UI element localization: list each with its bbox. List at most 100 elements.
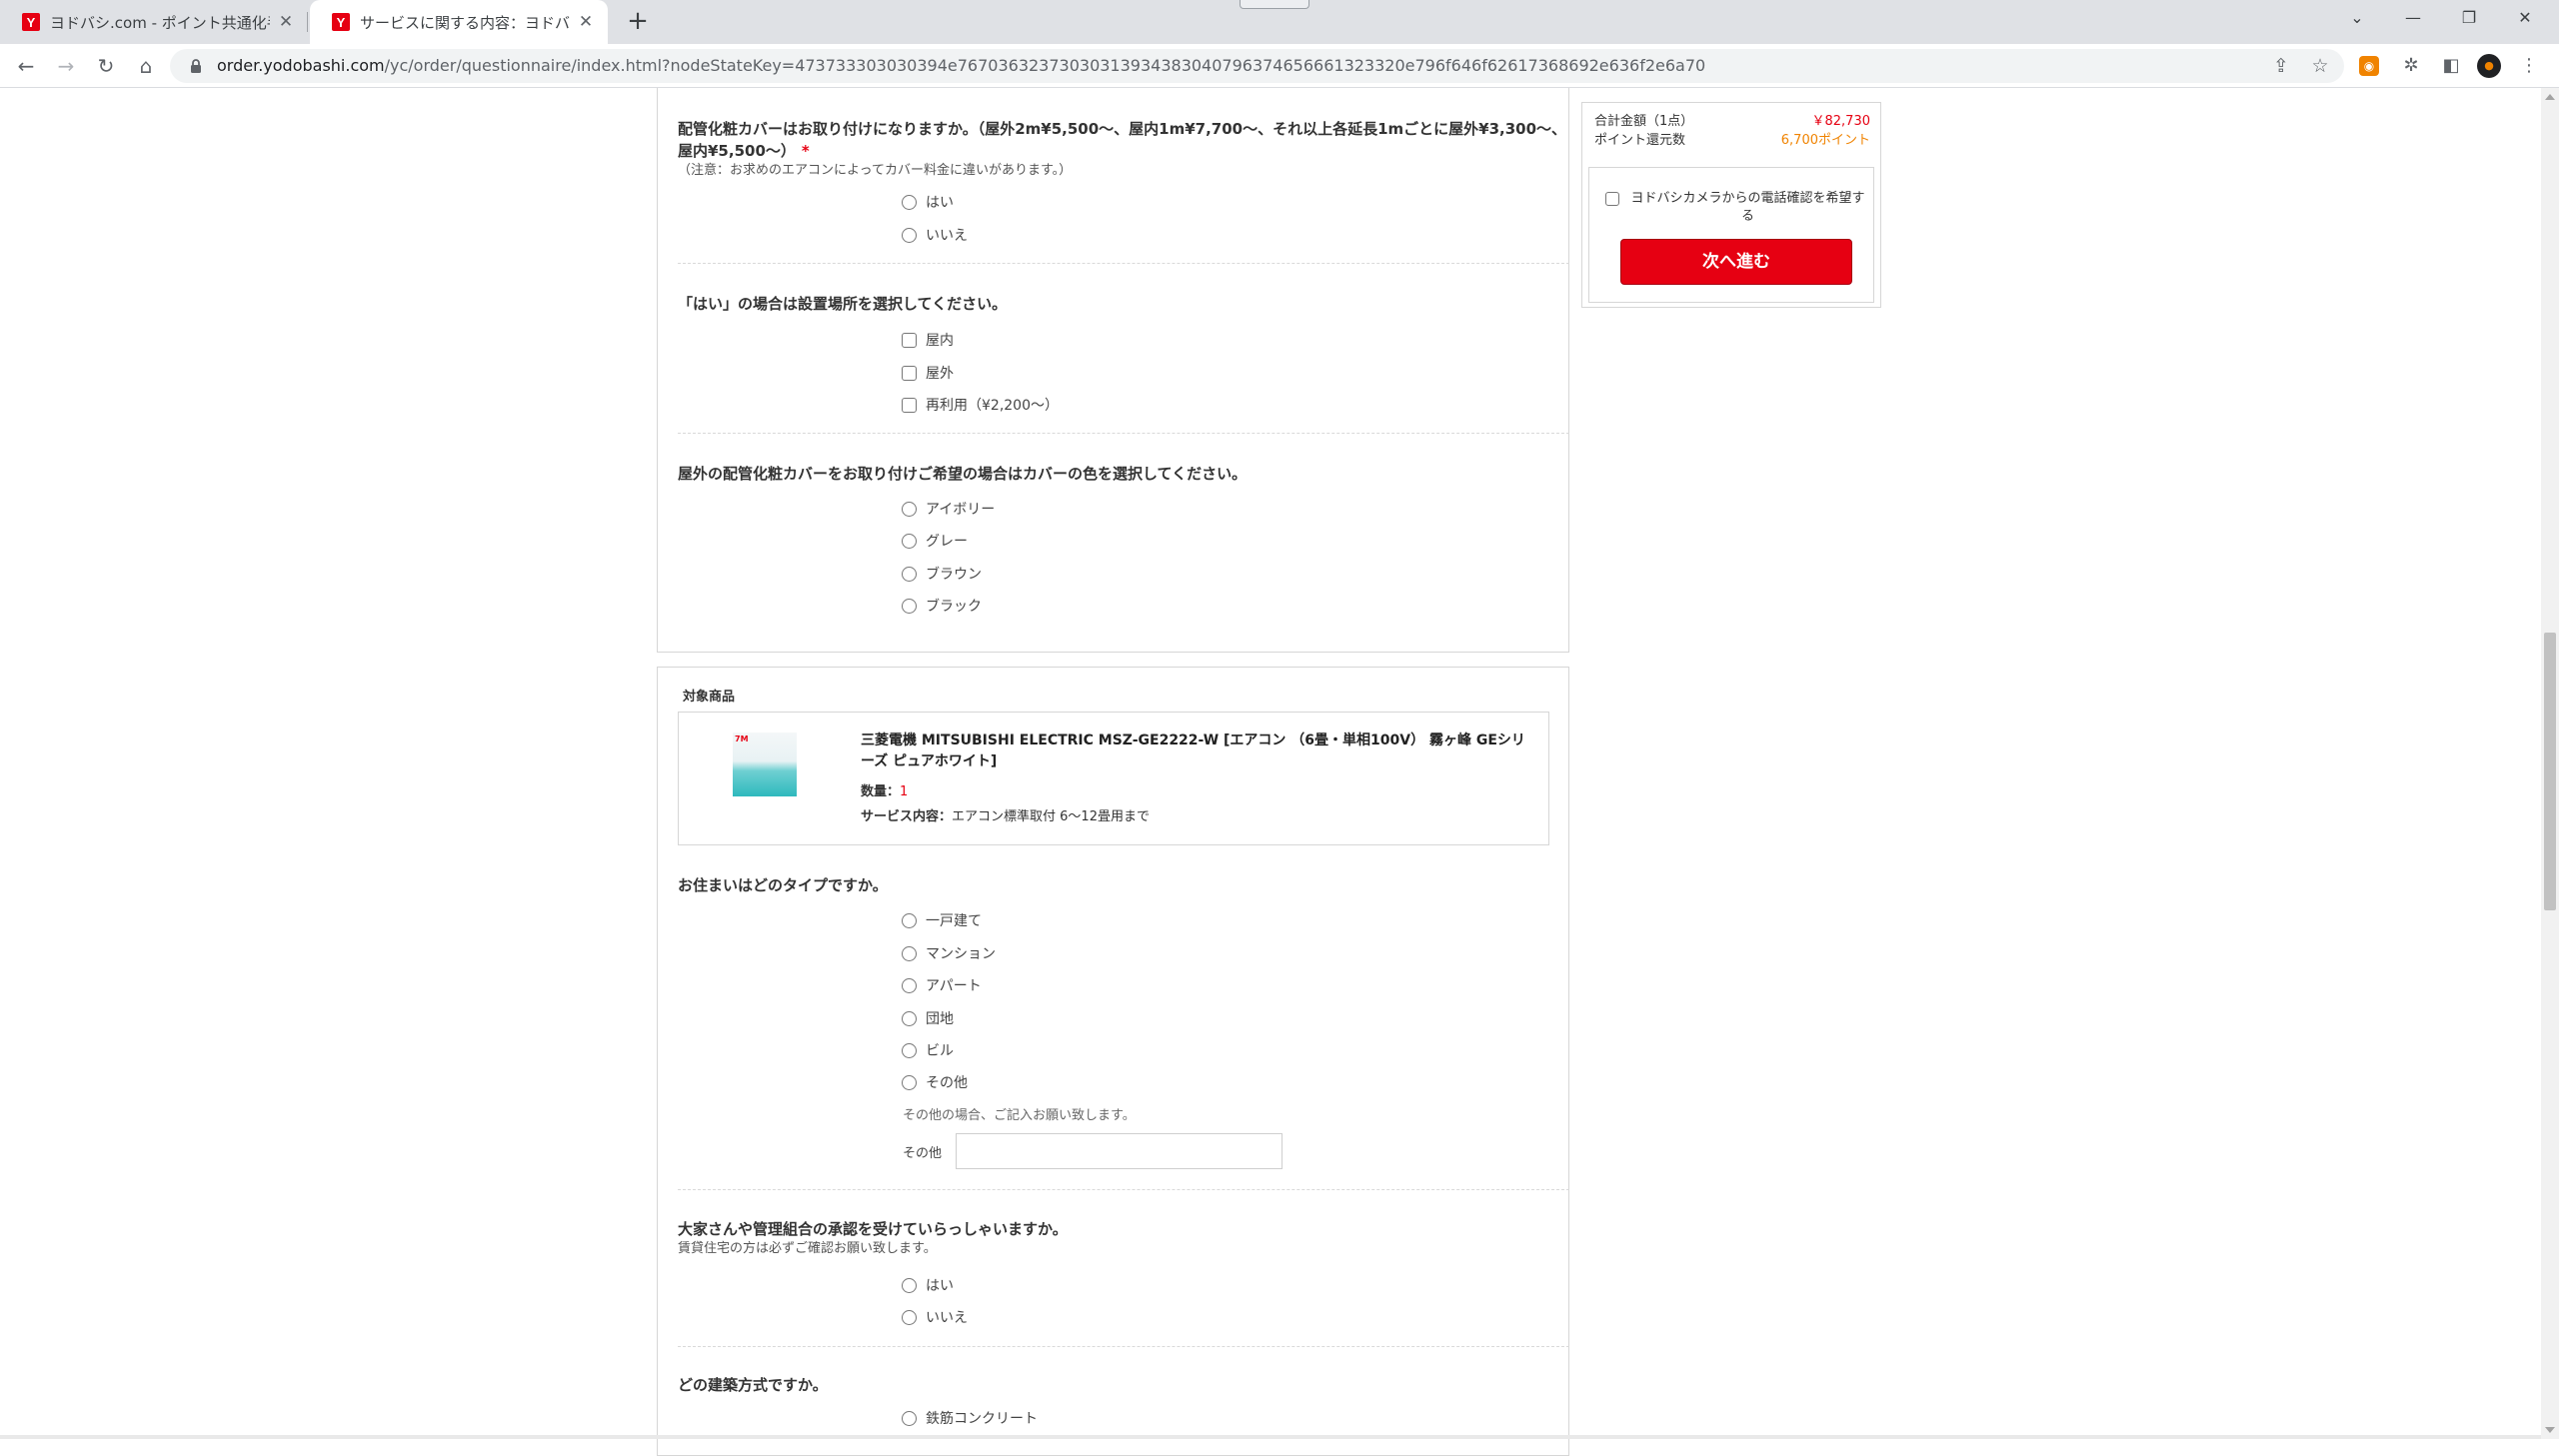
lock-icon [191, 59, 201, 73]
tab-close-icon[interactable]: ✕ [276, 12, 296, 32]
option-color-gray[interactable]: グレー [902, 531, 968, 551]
extensions-puzzle-icon[interactable]: ✲ [2399, 54, 2423, 78]
service-label: サービス内容： [861, 809, 953, 824]
option-location-reuse[interactable]: 再利用（¥2,200〜） [902, 395, 1059, 415]
option-label: 一戸建て [926, 913, 982, 929]
option-housing-detached[interactable]: 一戸建て [902, 910, 982, 930]
scroll-up-arrow-icon[interactable] [2545, 94, 2555, 100]
phone-confirm-option[interactable]: ヨドバシカメラからの電話確認を希望する [1605, 190, 1867, 226]
option-housing-danchi[interactable]: 団地 [902, 1008, 954, 1028]
option-label: ブラック [926, 599, 982, 615]
home-icon[interactable]: ⌂ [132, 52, 160, 80]
profile-avatar[interactable]: ● [2477, 54, 2501, 78]
other-housing-input[interactable] [956, 1133, 1282, 1169]
option-location-indoor[interactable]: 屋内 [902, 330, 954, 350]
target-product-label: 対象商品 [683, 690, 736, 705]
option-cover-yes[interactable]: はい [902, 192, 954, 212]
radio-button[interactable] [902, 977, 917, 993]
option-housing-building[interactable]: ビル [902, 1040, 954, 1060]
option-color-ivory[interactable]: アイボリー [902, 499, 995, 519]
option-label: はい [926, 195, 954, 211]
option-color-black[interactable]: ブラック [902, 596, 982, 616]
radio-button[interactable] [902, 1309, 917, 1325]
tab-service-details[interactable]: Y サービスに関する内容：ヨドバシ・ドットコム ✕ [310, 0, 608, 44]
question-color: 屋外の配管化粧カバーをお取り付けご希望の場合はカバーの色を選択してください。 [678, 463, 1569, 485]
radio-button[interactable] [902, 1074, 917, 1090]
option-cover-no[interactable]: いいえ [902, 225, 968, 245]
option-construction-rc[interactable]: 鉄筋コンクリート [902, 1408, 1038, 1428]
scroll-down-arrow-icon[interactable] [2545, 1427, 2555, 1433]
scrollbar-thumb[interactable] [2544, 633, 2556, 910]
window-close-icon[interactable]: ✕ [2497, 0, 2553, 36]
checkbox[interactable] [902, 365, 917, 381]
question-location: 「はい」の場合は設置場所を選択してください。 [678, 293, 1569, 315]
order-summary: 合計金額（1点） ￥82,730 ポイント還元数 6,700ポイント ヨドバシカ… [1581, 102, 1881, 308]
total-label: 合計金額（1点） [1594, 114, 1694, 129]
option-housing-other[interactable]: その他 [902, 1072, 968, 1092]
question-title: 屋外の配管化粧カバーをお取り付けご希望の場合はカバーの色を選択してください。 [678, 465, 1248, 483]
points-row: ポイント還元数 6,700ポイント [1594, 132, 1870, 150]
option-housing-apartment[interactable]: アパート [902, 975, 982, 995]
section-divider [678, 433, 1569, 434]
radio-button[interactable] [902, 1010, 917, 1026]
option-location-outdoor[interactable]: 屋外 [902, 363, 954, 383]
restore-icon[interactable]: ❐ [2441, 0, 2497, 36]
forward-arrow-icon[interactable]: → [52, 52, 80, 80]
page-scrollbar[interactable] [2541, 88, 2559, 1439]
svg-text:Y: Y [337, 15, 346, 30]
radio-button[interactable] [902, 501, 917, 517]
radio-button[interactable] [902, 912, 917, 928]
yodobashi-favicon-icon: Y [332, 13, 350, 31]
tab-close-icon[interactable]: ✕ [576, 12, 596, 32]
svg-text:Y: Y [27, 15, 36, 30]
tab-search-icon[interactable]: ⌄ [2329, 0, 2385, 36]
radio-button[interactable] [902, 598, 917, 614]
bookmark-star-icon[interactable]: ☆ [2307, 53, 2333, 79]
share-icon[interactable]: ⇪ [2268, 53, 2294, 79]
address-bar[interactable]: order.yodobashi.com/yc/order/questionnai… [170, 49, 2344, 83]
product-name: 三菱電機 MITSUBISHI ELECTRIC MSZ-GE2222-W [エ… [861, 732, 1525, 769]
tab-title: サービスに関する内容：ヨドバシ・ドットコム [360, 13, 570, 32]
required-mark: * [801, 142, 810, 160]
menu-kebab-icon[interactable]: ⋮ [2517, 54, 2541, 78]
side-panel-icon[interactable]: ◧ [2439, 54, 2463, 78]
option-label: ビル [926, 1043, 954, 1059]
tab-yodobashi-points[interactable]: Y ヨドバシ.com - ポイント共通化手続き ✕ [0, 0, 308, 44]
radio-button[interactable] [902, 1410, 917, 1426]
option-label: 鉄筋コンクリート [926, 1411, 1038, 1427]
next-button[interactable]: 次へ進む [1620, 239, 1852, 285]
quantity-label: 数量： [861, 784, 901, 799]
url-text: order.yodobashi.com/yc/order/questionnai… [217, 49, 1705, 83]
radio-button[interactable] [902, 194, 917, 210]
reload-icon[interactable]: ↻ [92, 52, 120, 80]
option-approval-no[interactable]: いいえ [902, 1307, 968, 1327]
radio-button[interactable] [902, 533, 917, 549]
option-label: ブラウン [926, 567, 982, 583]
checkbox[interactable] [902, 332, 917, 348]
total-value: ￥82,730 [1811, 114, 1871, 129]
radio-button[interactable] [902, 1277, 917, 1293]
radio-button[interactable] [902, 227, 917, 243]
radio-button[interactable] [902, 1042, 917, 1058]
radio-button[interactable] [902, 945, 917, 961]
phone-confirm-checkbox[interactable] [1605, 192, 1619, 206]
rss-extension-icon[interactable]: ◉ [2359, 56, 2379, 76]
option-color-brown[interactable]: ブラウン [902, 564, 982, 584]
radio-button[interactable] [902, 566, 917, 582]
phone-confirm-label: ヨドバシカメラからの電話確認を希望する [1630, 191, 1865, 224]
question-housing: お住まいはどのタイプですか。 [678, 874, 1569, 896]
option-housing-mansion[interactable]: マンション [902, 943, 996, 963]
url-path: /yc/order/questionnaire/index.html?nodeS… [384, 56, 1706, 75]
product-card: 7M 三菱電機 MITSUBISHI ELECTRIC MSZ-GE2222-W… [678, 712, 1549, 845]
minimize-icon[interactable]: — [2385, 0, 2441, 36]
option-label: グレー [926, 534, 968, 550]
option-approval-yes[interactable]: はい [902, 1275, 954, 1295]
option-label: 再利用（¥2,200〜） [926, 398, 1059, 414]
window-drag-handle[interactable] [1240, 0, 1309, 9]
service-value: エアコン標準取付 6〜12畳用まで [952, 809, 1150, 824]
option-label: マンション [926, 946, 996, 962]
new-tab-button[interactable]: + [622, 6, 654, 38]
option-label: はい [926, 1278, 954, 1294]
back-arrow-icon[interactable]: ← [12, 52, 40, 80]
checkbox[interactable] [902, 397, 917, 413]
